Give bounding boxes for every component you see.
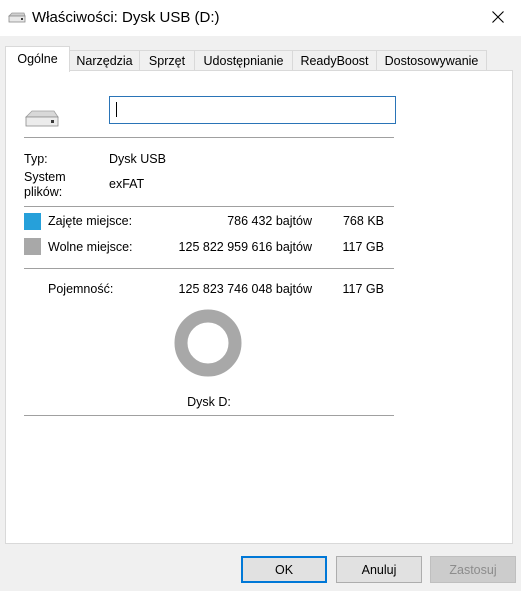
type-label: Typ: <box>24 152 48 166</box>
capacity-size: 117 GB <box>342 282 384 296</box>
free-space-label: Wolne miejsce: <box>48 240 133 254</box>
free-space-ring <box>174 309 242 377</box>
separator <box>24 268 394 269</box>
separator <box>24 137 394 138</box>
tab-readyboost[interactable]: ReadyBoost <box>292 50 377 71</box>
drive-caption: Dysk D: <box>187 395 231 409</box>
usb-drive-icon <box>24 109 60 132</box>
capacity-bytes: 125 823 746 048 bajtów <box>178 282 312 296</box>
close-button[interactable] <box>475 0 521 36</box>
drive-name-input[interactable] <box>109 96 396 124</box>
used-space-label: Zajęte miejsce: <box>48 214 133 228</box>
general-tab-panel: Typ: Dysk USB System plików: exFAT Zajęt… <box>5 70 513 544</box>
used-space-size: 768 KB <box>342 214 384 228</box>
title-bar: Właściwości: Dysk USB (D:) <box>0 0 521 36</box>
free-space-swatch <box>24 238 41 255</box>
free-space-size: 117 GB <box>342 240 384 254</box>
separator <box>24 206 394 207</box>
tab-hardware[interactable]: Sprzęt <box>139 50 195 71</box>
window-title: Właściwości: Dysk USB (D:) <box>32 9 220 26</box>
disk-usage-donut <box>174 309 242 377</box>
filesystem-value: exFAT <box>109 177 145 191</box>
used-space-swatch <box>24 213 41 230</box>
ok-button[interactable]: OK <box>241 556 327 583</box>
tab-general[interactable]: Ogólne <box>5 46 70 72</box>
text-caret <box>116 102 117 117</box>
filesystem-label-line1: System <box>24 170 66 184</box>
capacity-label: Pojemność: <box>48 282 114 296</box>
tab-customize[interactable]: Dostosowywanie <box>376 50 487 71</box>
tab-tools[interactable]: Narzędzia <box>69 50 140 71</box>
type-value: Dysk USB <box>109 152 166 166</box>
tab-sharing[interactable]: Udostępnianie <box>194 50 293 71</box>
separator <box>24 415 394 416</box>
used-space-bytes: 786 432 bajtów <box>227 214 312 228</box>
usb-drive-icon <box>8 12 26 27</box>
cancel-button[interactable]: Anuluj <box>336 556 422 583</box>
apply-button[interactable]: Zastosuj <box>430 556 516 583</box>
close-icon <box>492 10 504 26</box>
filesystem-label-line2: plików: <box>24 185 63 199</box>
free-space-bytes: 125 822 959 616 bajtów <box>178 240 312 254</box>
